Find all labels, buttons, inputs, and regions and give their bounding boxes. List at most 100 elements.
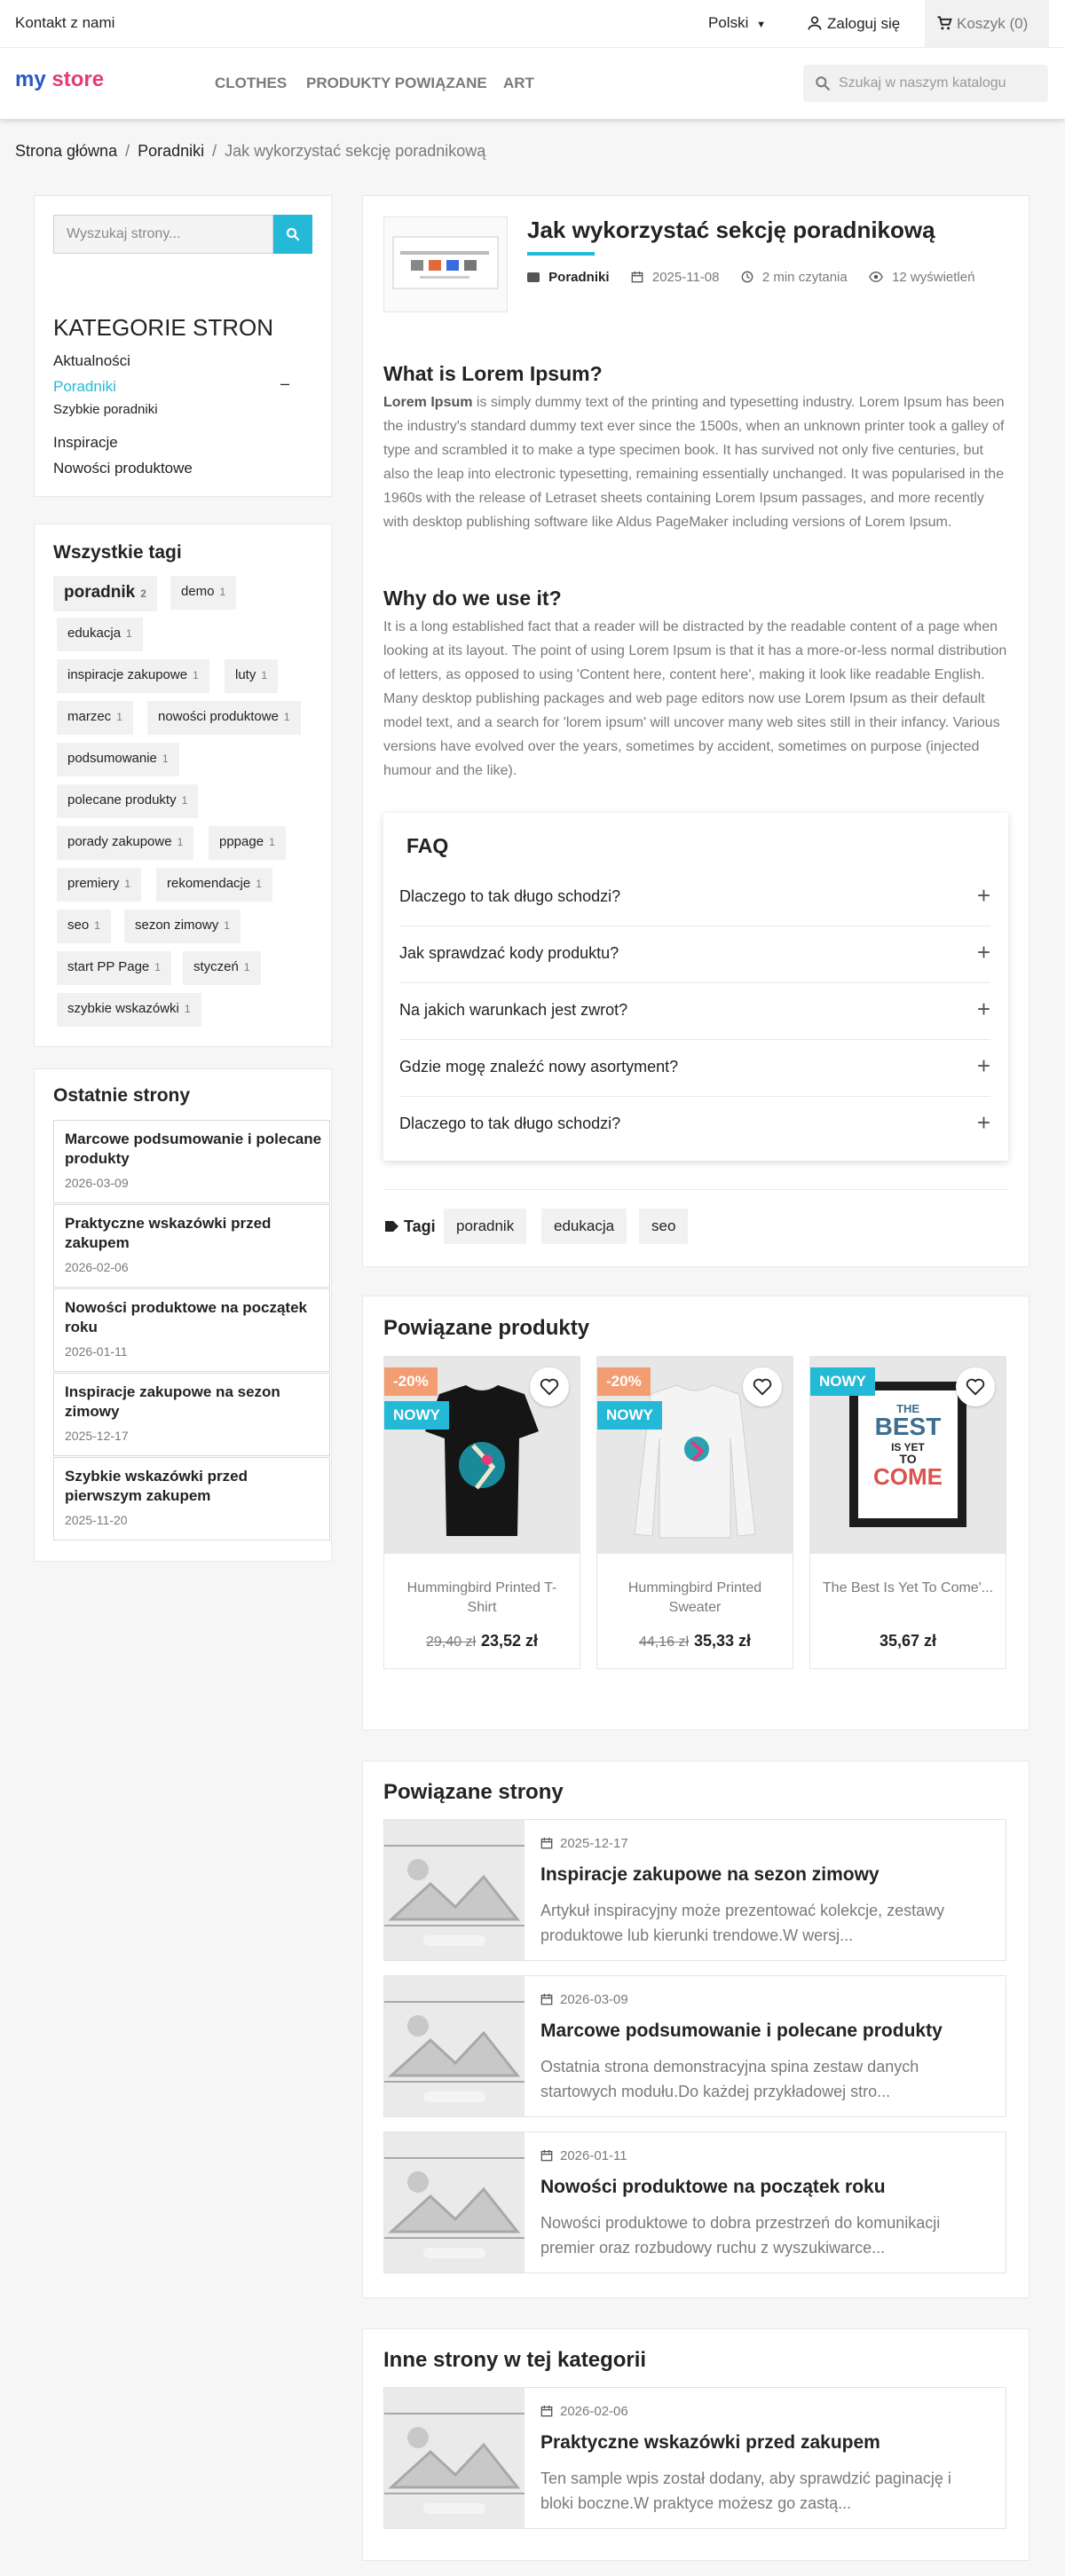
page-title[interactable]: Nowości produktowe na początek roku (540, 2177, 886, 2198)
faq-item[interactable]: Jak sprawdzać kody produktu? + (399, 926, 990, 983)
tag-item[interactable]: nowości produktowe 1 (147, 701, 301, 735)
language-label: Polski (708, 14, 749, 31)
product-card[interactable]: -20% NOWY Hummingbird Printed Sweater 44… (596, 1356, 793, 1669)
poster-art: THE BEST IS YET TO COME (873, 1402, 943, 1490)
article-category[interactable]: Poradniki (548, 270, 609, 285)
recent-page-item[interactable]: Praktyczne wskazówki przed zakupem 2026-0… (53, 1204, 330, 1288)
catalog-search-input[interactable]: Szukaj w naszym katalogu (803, 65, 1048, 102)
wishlist-heart-icon[interactable] (530, 1367, 569, 1406)
new-badge: NOWY (810, 1367, 875, 1396)
tag-item[interactable]: seo 1 (57, 910, 111, 943)
page-date: 2026-03-09 (540, 1992, 628, 2007)
article-tag[interactable]: poradnik (444, 1209, 527, 1244)
page-search-input[interactable]: Wyszukaj strony... (53, 215, 273, 254)
product-name[interactable]: Hummingbird Printed T-Shirt (393, 1579, 571, 1618)
page-title[interactable]: Marcowe podsumowanie i polecane produkty (540, 2021, 943, 2042)
breadcrumb-current: Jak wykorzystać sekcję poradnikową (225, 142, 486, 160)
product-card[interactable]: -20% NOWY Hummingbird Printed T-Shirt 29… (383, 1356, 580, 1669)
page-excerpt: Ten sample wpis został dodany, aby spraw… (540, 2470, 951, 2512)
product-name[interactable]: Hummingbird Printed Sweater (606, 1579, 784, 1618)
article-title: Jak wykorzystać sekcję poradnikową (527, 217, 935, 243)
breadcrumb-category[interactable]: Poradniki (138, 142, 204, 160)
contact-link[interactable]: Kontakt z nami (15, 14, 114, 32)
wishlist-heart-icon[interactable] (956, 1367, 995, 1406)
tag-item[interactable]: podsumowanie 1 (57, 743, 179, 776)
article-tag[interactable]: seo (639, 1209, 689, 1244)
store-logo[interactable]: my store (15, 67, 104, 92)
article-tag[interactable]: edukacja (541, 1209, 627, 1244)
recent-page-item[interactable]: Nowości produktowe na początek roku 2026-… (53, 1288, 330, 1372)
tag-item[interactable]: polecane produkty 1 (57, 784, 199, 818)
related-pages-title: Powiązane strony (383, 1780, 564, 1804)
language-selector[interactable]: Polski ▼ (708, 14, 766, 32)
recent-title: Ostatnie strony (53, 1085, 191, 1106)
article-meta: Poradniki 2025-11-08 2 min czytania 12 w… (527, 270, 974, 285)
placeholder-image (384, 1976, 525, 2116)
category-inspiracje[interactable]: Inspiracje (53, 434, 118, 452)
faq-item[interactable]: Dlaczego to tak długo schodzi? + (399, 1097, 990, 1154)
tag-item[interactable]: rekomendacje 1 (156, 868, 272, 902)
tag-item[interactable]: pppage 1 (209, 826, 286, 860)
product-price: 44,16 zł 35,33 zł (638, 1632, 752, 1650)
divider (383, 1189, 1008, 1190)
calendar-icon (540, 2405, 553, 2417)
collapse-toggle[interactable]: – (280, 374, 289, 393)
tag-item[interactable]: marzec 1 (57, 701, 133, 735)
tag-item[interactable]: demo 1 (170, 576, 237, 610)
product-name[interactable]: The Best Is Yet To Come'... (819, 1579, 997, 1598)
breadcrumb-home[interactable]: Strona główna (15, 142, 117, 160)
tag-item[interactable]: porady zakupowe 1 (57, 826, 194, 860)
cart-icon (937, 16, 952, 30)
faq-item[interactable]: Na jakich warunkach jest zwrot? + (399, 983, 990, 1040)
plus-icon: + (976, 882, 990, 909)
page-card[interactable]: 2026-01-11 Nowości produktowe na począte… (383, 2131, 1006, 2273)
page-title[interactable]: Inspiracje zakupowe na sezon zimowy (540, 1864, 880, 1886)
tag-item[interactable]: szybkie wskazówki 1 (57, 993, 201, 1027)
tag-item[interactable]: sezon zimowy 1 (124, 910, 241, 943)
faq-item[interactable]: Gdzie mogę znaleźć nowy asortyment? + (399, 1040, 990, 1097)
product-card[interactable]: THE BEST IS YET TO COME NOWY The Best Is… (809, 1356, 1006, 1669)
product-price: 35,67 zł (879, 1632, 937, 1650)
caret-down-icon: ▼ (756, 20, 766, 30)
tag-icon (385, 1221, 398, 1232)
tag-item[interactable]: inspiracje zakupowe 1 (57, 659, 209, 693)
article-date: 2025-11-08 (651, 270, 720, 285)
page-card[interactable]: 2025-12-17 Inspiracje zakupowe na sezon … (383, 1819, 1006, 1961)
page-excerpt: Artykuł inspiracyjny może prezentować ko… (540, 1902, 945, 1944)
page-card[interactable]: 2026-03-09 Marcowe podsumowanie i poleca… (383, 1975, 1006, 2117)
tag-item[interactable]: start PP Page 1 (57, 951, 171, 985)
recent-page-item[interactable]: Marcowe podsumowanie i polecane produkty… (53, 1120, 330, 1203)
recent-page-item[interactable]: Inspiracje zakupowe na sezon zimowy 2025-… (53, 1373, 330, 1456)
nav-art[interactable]: ART (503, 75, 534, 92)
article-paragraph: It is a long established fact that a rea… (383, 619, 1007, 778)
tag-item[interactable]: luty 1 (225, 659, 279, 693)
logo-text-store: store (51, 67, 105, 91)
tag-item[interactable]: poradnik 2 (53, 576, 157, 611)
tag-item[interactable]: premiery 1 (57, 868, 142, 902)
category-nowosci[interactable]: Nowości produktowe (53, 460, 193, 477)
page-title[interactable]: Praktyczne wskazówki przed zakupem (540, 2432, 880, 2454)
page-date: 2025-12-17 (540, 1836, 628, 1851)
placeholder-image (384, 2388, 525, 2528)
page-date: 2026-01-11 (540, 2148, 627, 2163)
nav-clothes[interactable]: CLOTHES (215, 75, 287, 92)
plus-icon: + (976, 996, 990, 1022)
category-poradniki[interactable]: Poradniki (53, 378, 116, 396)
plus-icon: + (976, 1052, 990, 1079)
tag-item[interactable]: styczeń 1 (183, 951, 261, 985)
category-szybkie-poradniki[interactable]: Szybkie poradniki (53, 402, 158, 417)
poster-frame: THE BEST IS YET TO COME (849, 1382, 966, 1527)
wishlist-heart-icon[interactable] (743, 1367, 782, 1406)
login-link[interactable]: Zaloguj się (806, 14, 900, 33)
clock-icon (741, 271, 753, 283)
page-card[interactable]: 2026-02-06 Praktyczne wskazówki przed za… (383, 2387, 1006, 2529)
category-aktualnosci[interactable]: Aktualności (53, 352, 130, 370)
tag-item[interactable]: edukacja 1 (57, 618, 143, 651)
nav-related-products[interactable]: PRODUKTY POWIĄZANE (306, 75, 487, 92)
faq-item[interactable]: Dlaczego to tak długo schodzi? + (399, 870, 990, 926)
cart-label: Koszyk (0) (957, 15, 1029, 32)
login-label: Zaloguj się (827, 15, 901, 32)
cart-button[interactable]: Koszyk (0) (925, 0, 1049, 48)
recent-page-item[interactable]: Szybkie wskazówki przed pierwszym zakupe… (53, 1457, 330, 1540)
page-search-button[interactable] (273, 215, 312, 254)
